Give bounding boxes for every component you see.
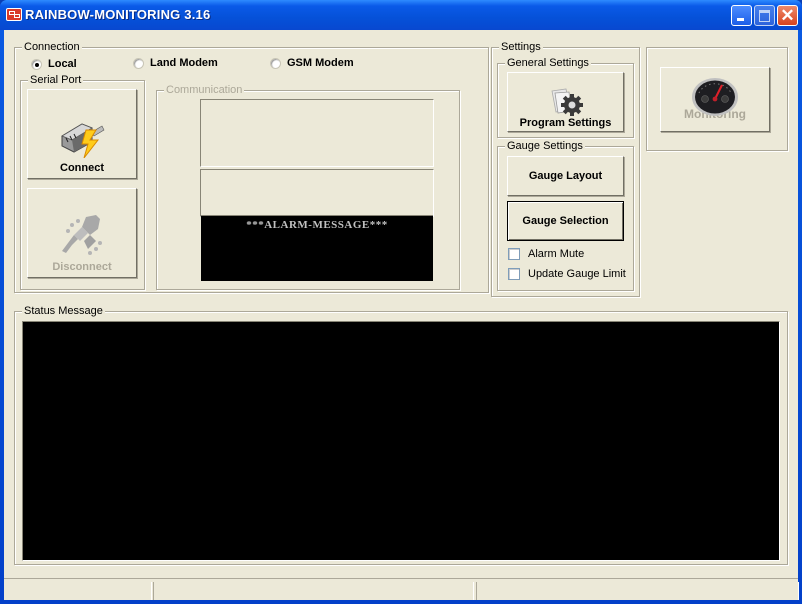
radio-indicator	[270, 57, 281, 69]
documents-gear-icon	[551, 88, 583, 116]
communication-display-bottom	[200, 169, 434, 217]
radio-local[interactable]: Local	[31, 58, 77, 70]
serial-port-group: Serial Port Connect Disconnect	[20, 73, 145, 290]
settings-group: Settings General Settings Program Settin…	[491, 40, 640, 297]
radio-land-modem[interactable]: Land Modem	[133, 57, 218, 69]
settings-group-label: Settings	[499, 40, 543, 54]
minimize-button[interactable]	[731, 5, 752, 26]
radio-label: Local	[48, 58, 77, 70]
communication-group: Communication ***ALARM-MESSAGE***	[156, 83, 460, 290]
radio-gsm-modem[interactable]: GSM Modem	[270, 57, 354, 69]
gauge-layout-button[interactable]: Gauge Layout	[507, 156, 624, 196]
radio-indicator	[31, 58, 42, 70]
unplugged-icon	[62, 215, 102, 255]
status-message-group: Status Message	[14, 304, 788, 565]
radio-indicator	[133, 57, 144, 69]
gauge-selection-button[interactable]: Gauge Selection	[507, 201, 624, 241]
connect-label: Connect	[60, 162, 104, 174]
app-window: RAINBOW-MONITORING 3.16 ✕ Connection Loc…	[0, 0, 802, 604]
status-pane-1	[4, 582, 152, 600]
close-button[interactable]: ✕	[777, 5, 798, 26]
monitoring-panel: Monitoring	[646, 47, 788, 151]
update-gauge-limit-label: Update Gauge Limit	[528, 268, 626, 280]
communication-group-label: Communication	[164, 83, 245, 97]
status-message-display	[22, 321, 780, 561]
alarm-mute-label: Alarm Mute	[528, 248, 585, 260]
alarm-mute-checkbox[interactable]: Alarm Mute	[508, 248, 584, 260]
radio-label: GSM Modem	[287, 57, 354, 69]
radio-label: Land Modem	[150, 57, 218, 69]
checkbox-box	[508, 268, 520, 280]
status-message-group-label: Status Message	[22, 304, 105, 318]
program-settings-button[interactable]: Program Settings	[507, 72, 624, 132]
app-icon	[6, 8, 22, 21]
alarm-message-text: ***ALARM-MESSAGE***	[246, 219, 388, 231]
alarm-message-display: ***ALARM-MESSAGE***	[201, 215, 433, 281]
connect-button[interactable]: Connect	[27, 89, 137, 179]
status-bar	[4, 578, 798, 601]
communication-display-top	[200, 99, 434, 167]
gauge-layout-label: Gauge Layout	[528, 170, 603, 182]
window-title: RAINBOW-MONITORING 3.16	[25, 7, 211, 22]
general-settings-group-label: General Settings	[505, 56, 591, 70]
general-settings-group: General Settings Program Settings	[497, 56, 634, 138]
checkbox-box	[508, 248, 520, 260]
program-settings-label: Program Settings	[519, 117, 612, 129]
speedometer-icon	[692, 77, 738, 116]
maximize-button[interactable]	[754, 5, 775, 26]
serial-port-group-label: Serial Port	[28, 73, 84, 87]
close-icon: ✕	[780, 6, 795, 25]
network-plug-lightning-icon	[61, 123, 105, 158]
disconnect-label: Disconnect	[52, 261, 112, 273]
title-bar[interactable]: RAINBOW-MONITORING 3.16 ✕	[0, 0, 802, 30]
connection-group: Connection Local Land Modem GSM Modem Se…	[14, 40, 489, 293]
gauge-settings-group-label: Gauge Settings	[505, 139, 585, 153]
disconnect-button[interactable]: Disconnect	[27, 188, 137, 278]
monitoring-button[interactable]: Monitoring	[660, 67, 770, 132]
status-pane-3	[476, 582, 799, 600]
gauge-settings-group: Gauge Settings Gauge Layout Gauge Select…	[497, 139, 634, 291]
update-gauge-limit-checkbox[interactable]: Update Gauge Limit	[508, 268, 626, 280]
client-area: Connection Local Land Modem GSM Modem Se…	[4, 30, 798, 600]
connection-group-label: Connection	[22, 40, 82, 54]
gauge-selection-label: Gauge Selection	[522, 215, 609, 227]
status-pane-2	[153, 582, 474, 600]
